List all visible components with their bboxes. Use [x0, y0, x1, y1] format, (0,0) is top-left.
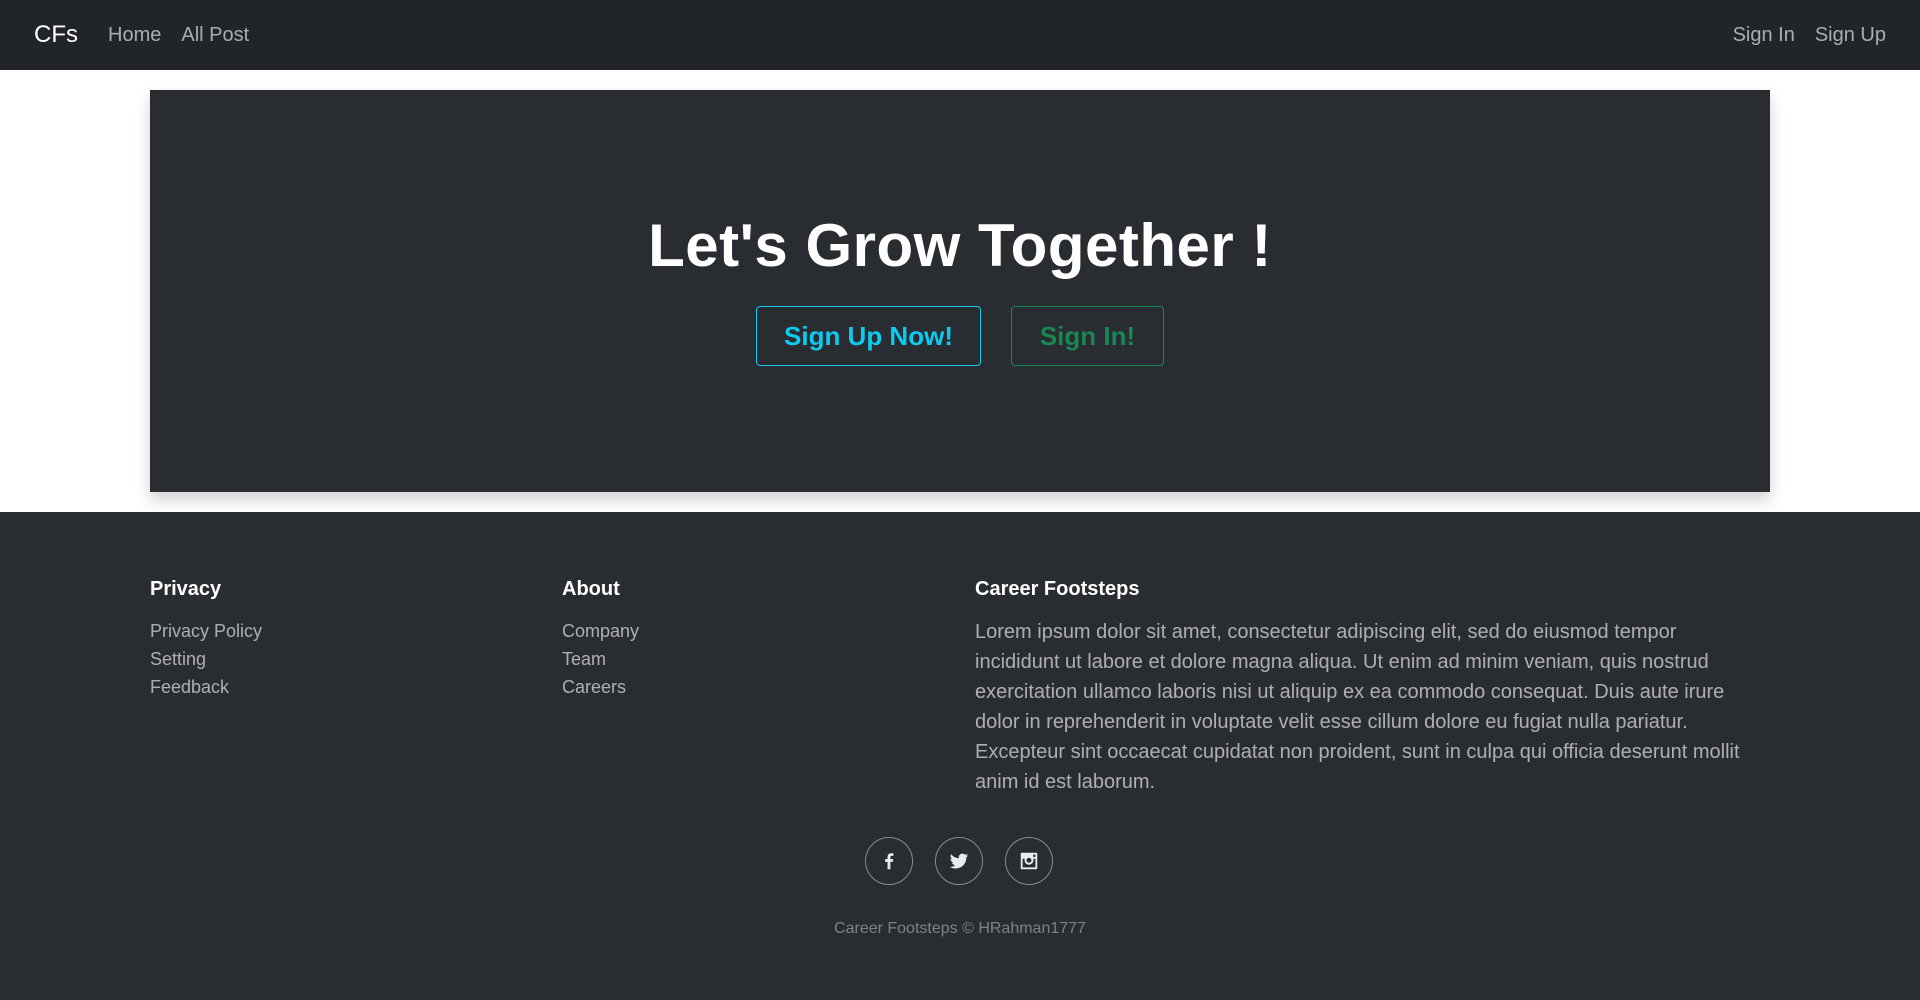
nav-left: CFs Home All Post [34, 21, 269, 49]
sign-up-now-button[interactable]: Sign Up Now! [756, 306, 981, 366]
footer-privacy-heading: Privacy [150, 578, 222, 600]
footer-link-feedback[interactable]: Feedback [150, 673, 530, 701]
footer-career-column: Career Footsteps Lorem ipsum dolor sit a… [975, 578, 1765, 797]
nav-right: Sign In Sign Up [1713, 24, 1886, 47]
footer-link-careers[interactable]: Careers [562, 673, 942, 701]
nav-link-sign-up[interactable]: Sign Up [1815, 24, 1886, 47]
hero-title: Let's Grow Together ! [648, 212, 1272, 279]
twitter-button[interactable] [935, 837, 983, 885]
footer-career-text: Lorem ipsum dolor sit amet, consectetur … [975, 621, 1740, 793]
footer-career-heading: Career Footsteps [975, 578, 1140, 600]
facebook-icon [885, 853, 894, 870]
footer-link-team[interactable]: Team [562, 645, 942, 673]
facebook-button[interactable] [865, 837, 913, 885]
sign-in-button[interactable]: Sign In! [1011, 306, 1164, 366]
instagram-button[interactable] [1005, 837, 1053, 885]
nav-link-home[interactable]: Home [108, 24, 161, 47]
nav-link-all-post[interactable]: All Post [181, 24, 249, 47]
footer: Privacy Privacy Policy Setting Feedback … [0, 512, 1920, 1000]
footer-link-setting[interactable]: Setting [150, 645, 530, 673]
footer-about-column: About Company Team Careers [562, 578, 942, 701]
footer-privacy-column: Privacy Privacy Policy Setting Feedback [150, 578, 530, 701]
copyright-text: Career Footsteps © HRahman1777 [834, 920, 1086, 937]
twitter-icon [949, 853, 969, 869]
footer-link-company[interactable]: Company [562, 617, 942, 645]
instagram-icon [1020, 852, 1038, 870]
footer-link-privacy-policy[interactable]: Privacy Policy [150, 617, 530, 645]
brand-logo[interactable]: CFs [34, 21, 78, 49]
hero-banner: Let's Grow Together ! Sign Up Now! Sign … [150, 90, 1770, 492]
navbar: CFs Home All Post Sign In Sign Up [0, 0, 1920, 70]
hero-buttons: Sign Up Now! Sign In! [756, 306, 1164, 366]
nav-link-sign-in[interactable]: Sign In [1733, 24, 1795, 47]
footer-about-heading: About [562, 578, 620, 600]
social-links [865, 837, 1075, 885]
